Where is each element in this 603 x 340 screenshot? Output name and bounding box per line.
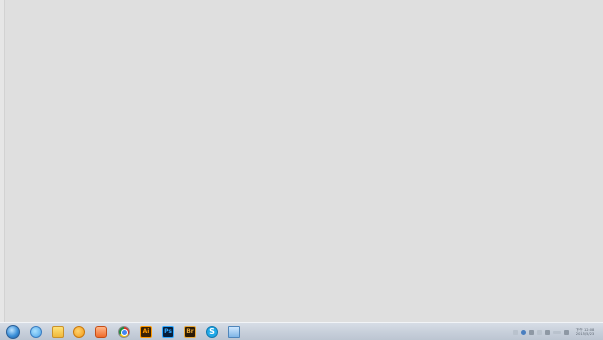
network-icon[interactable] — [545, 329, 550, 335]
battery-icon[interactable] — [553, 330, 561, 334]
taskbar-media-player[interactable] — [91, 324, 111, 340]
screen: Ai Ps Br S 下午 12:08 2015/5/23 — [0, 0, 603, 340]
illustrator-icon: Ai — [140, 326, 152, 338]
photoshop-icon: Ps — [162, 326, 174, 338]
media-center-icon — [73, 326, 85, 338]
taskbar-chrome[interactable] — [114, 324, 134, 340]
windows-start-icon — [6, 325, 20, 339]
taskbar-bridge[interactable]: Br — [180, 324, 200, 340]
tray-arrow-icon[interactable] — [513, 329, 518, 335]
taskbar-file-explorer[interactable] — [48, 324, 68, 340]
taskbar-illustrator[interactable]: Ai — [136, 324, 156, 340]
desktop-area[interactable] — [4, 0, 603, 322]
system-tray — [513, 327, 569, 337]
taskbar: Ai Ps Br S 下午 12:08 2015/5/23 — [0, 322, 603, 340]
tray-app-icon[interactable] — [521, 329, 526, 335]
tray-status-icon[interactable] — [529, 329, 534, 335]
taskbar-remote-desktop[interactable] — [224, 324, 244, 340]
chrome-icon — [118, 326, 130, 338]
taskbar-skype[interactable]: S — [202, 324, 222, 340]
start-button[interactable] — [3, 324, 23, 340]
taskbar-media-center[interactable] — [69, 324, 89, 340]
skype-icon: S — [206, 326, 218, 338]
taskbar-photoshop[interactable]: Ps — [158, 324, 178, 340]
volume-icon[interactable] — [564, 329, 569, 335]
remote-desktop-icon — [228, 326, 240, 338]
bridge-icon: Br — [184, 326, 196, 338]
clock-date: 2015/5/23 — [575, 332, 595, 336]
taskbar-clock[interactable]: 下午 12:08 2015/5/23 — [571, 324, 599, 340]
folder-icon — [52, 326, 64, 338]
tray-input-icon[interactable] — [537, 329, 542, 335]
taskbar-internet-explorer[interactable] — [26, 324, 46, 340]
media-player-icon — [95, 326, 107, 338]
internet-explorer-icon — [30, 326, 42, 338]
